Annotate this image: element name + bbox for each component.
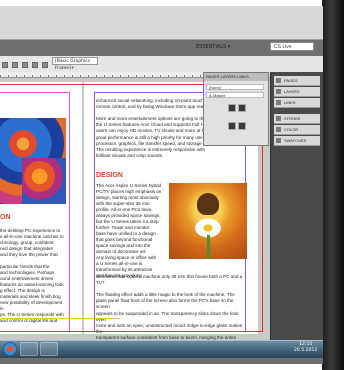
workspace-switcher[interactable]: ESSENTIALS ▾ [196,44,230,50]
rotate-icon[interactable] [22,62,28,68]
application-bar [0,6,323,40]
system-clock[interactable]: 12:15 20.5.2012 [294,342,317,354]
flower-stem-shape [207,235,210,259]
left-page-heading: ON [0,214,11,221]
page-thumbnail-2[interactable] [238,104,246,112]
dock-item-links[interactable]: LINKS [274,98,320,108]
page-thumbnail-1[interactable] [228,104,236,112]
design-heading: DESIGN [96,172,123,179]
dock-item-color[interactable]: COLOR [274,125,320,135]
flower-image[interactable] [0,118,66,204]
reference-point-icon[interactable] [12,62,18,68]
dock-item-swatches[interactable]: SWATCHES [274,136,320,146]
selection-tool-icon[interactable] [2,62,8,68]
taskbar-app-2[interactable] [40,342,58,356]
butterfly-shape [197,193,219,215]
page-thumbnail-4[interactable] [238,122,246,130]
a-master-row[interactable]: A-Master [206,92,264,98]
butterfly-image[interactable] [169,183,247,259]
start-button[interactable] [3,342,17,356]
clock-date: 20.5.2012 [294,348,318,353]
design-text-frame[interactable]: The Acer Aspire U Series hybrid PC/TV pl… [96,183,166,279]
monitor-frame-edge [322,0,344,370]
panel-dock [270,72,323,340]
none-master-row[interactable]: [None] [206,84,264,90]
taskbar-app-1[interactable] [20,342,38,356]
object-style-select[interactable]: [Basic Graphics Frame]+ [52,57,98,71]
left-page-text-frame[interactable]: the desktop PC experience to e all-in-on… [0,228,66,324]
baseline-guide [0,318,120,319]
stroke-icon[interactable] [42,62,48,68]
dock-item-layers[interactable]: LAYERS [274,87,320,97]
dock-item-stroke[interactable]: STROKE [274,114,320,124]
page-thumbnail-3[interactable] [228,122,236,130]
pages-panel-tabs[interactable]: PAGES LAYERS LINKS [204,73,268,81]
dock-item-pages[interactable]: PAGES [274,76,320,86]
screen: [Basic Graphics Frame]+ ESSENTIALS ▾ CS … [0,6,323,364]
search-input[interactable]: CS Live [270,42,314,51]
flip-icon[interactable] [32,62,38,68]
